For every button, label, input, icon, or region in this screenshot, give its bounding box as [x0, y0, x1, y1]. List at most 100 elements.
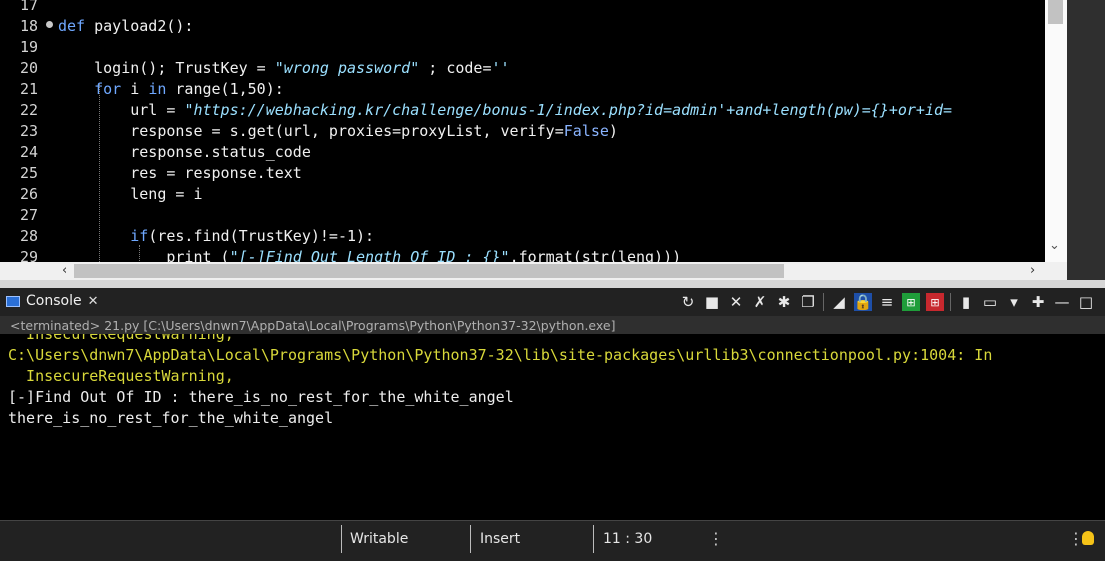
code-token: login(); TrustKey =	[58, 59, 275, 77]
line-number: 27	[20, 206, 39, 224]
toolbar-separator	[950, 293, 951, 311]
copy-icon[interactable]: ❐	[799, 293, 817, 311]
line-number-gutter: 17 18 19 20 21 22 23 24 25 26 27 28 29	[0, 0, 50, 262]
vertical-scroll-thumb[interactable]	[1048, 0, 1063, 24]
code-token: response = s.get(url, proxies=proxyList,…	[58, 122, 564, 140]
lightbulb-icon[interactable]	[1082, 531, 1094, 545]
cursor-position[interactable]: 11 : 30	[603, 531, 652, 547]
code-area[interactable]: def payload2(): login(); TrustKey = "wro…	[58, 0, 1063, 262]
line-number: 20	[20, 59, 39, 77]
code-token: url =	[58, 101, 185, 119]
status-bar: Writable Insert 11 : 30 ⋮ ⋮	[0, 520, 1105, 561]
maximize-icon[interactable]: □	[1077, 293, 1095, 311]
code-token: res = response.text	[58, 164, 302, 182]
new-console-icon[interactable]: ✚	[1029, 293, 1047, 311]
line-number: 25	[20, 164, 39, 182]
remove-launch-icon[interactable]: ✕	[727, 293, 745, 311]
console-line: there_is_no_rest_for_the_white_angel	[8, 409, 334, 427]
code-token: "wrong password"	[274, 59, 420, 77]
code-line[interactable]: print ("[-]Find Out Length Of ID : {}".f…	[58, 247, 681, 262]
console-header: Console ✕ ↻ ■ ✕ ✗ ✱ ❐ ◢ 🔒 ≡ ⊞ ⊞ ▮ ▭ ▾ ✚ …	[0, 288, 1105, 316]
indent-guide	[99, 84, 100, 262]
code-line[interactable]: def payload2():	[58, 16, 193, 37]
code-token: (res.find(TrustKey)!=-1):	[148, 227, 375, 245]
line-number: 28	[20, 227, 39, 245]
debug-icon[interactable]: ✱	[775, 293, 793, 311]
code-line[interactable]: response = s.get(url, proxies=proxyList,…	[58, 121, 618, 142]
code-token: False	[563, 122, 609, 140]
show-on-stderr-icon[interactable]: ⊞	[926, 293, 944, 311]
status-divider	[593, 525, 594, 553]
line-number: 26	[20, 185, 39, 203]
code-token: response.status_code	[58, 143, 311, 161]
code-line[interactable]: leng = i	[58, 184, 203, 205]
code-token: .format(str(leng)))	[509, 248, 682, 262]
clear-console-icon[interactable]: ◢	[830, 293, 848, 311]
status-separator-icon: ⋮	[708, 529, 724, 548]
console-monitor-icon	[6, 295, 20, 307]
indent-guide	[139, 245, 140, 262]
code-editor[interactable]: 17 18 19 20 21 22 23 24 25 26 27 28 29 def payload2(…	[0, 0, 1067, 262]
code-token: )	[608, 122, 618, 140]
tab-console[interactable]: Console ✕	[6, 288, 98, 314]
status-divider	[341, 525, 342, 553]
code-line[interactable]: if(res.find(TrustKey)!=-1):	[58, 226, 374, 247]
remove-all-icon[interactable]: ✗	[751, 293, 769, 311]
code-line[interactable]: for i in range(1,50):	[58, 79, 284, 100]
fold-marker-icon[interactable]	[46, 21, 53, 28]
code-line[interactable]: login(); TrustKey = "wrong password" ; c…	[58, 58, 510, 79]
console-toolbar: ↻ ■ ✕ ✗ ✱ ❐ ◢ 🔒 ≡ ⊞ ⊞ ▮ ▭ ▾ ✚ — □	[679, 290, 1095, 314]
scroll-lock-icon[interactable]: 🔒	[854, 293, 872, 311]
process-status-label: <terminated> 21.py [C:\Users\dnwn7\AppDa…	[10, 318, 616, 333]
code-line[interactable]: response.status_code	[58, 142, 311, 163]
minimize-icon[interactable]: —	[1053, 293, 1071, 311]
line-number: 17	[20, 0, 39, 14]
stop-icon[interactable]: ■	[703, 293, 721, 311]
word-wrap-icon[interactable]: ≡	[878, 293, 896, 311]
code-token: ; code=	[419, 59, 492, 77]
code-token: "[-]Find Out Length Of ID : {}"	[229, 248, 510, 262]
writable-status: Writable	[350, 531, 409, 547]
status-divider	[470, 525, 471, 553]
code-token: leng = i	[58, 185, 203, 203]
scroll-down-icon[interactable]: ⌄	[1049, 238, 1060, 253]
code-line[interactable]: url = "https://webhacking.kr/challenge/b…	[58, 100, 952, 121]
console-line: [-]Find Out Of ID : there_is_no_rest_for…	[8, 388, 514, 406]
console-line: C:\Users\dnwn7\AppData\Local\Programs\Py…	[8, 346, 993, 364]
line-number: 19	[20, 38, 39, 56]
console-line: InsecureRequestWarning,	[8, 367, 234, 385]
display-console-icon[interactable]: ▭	[981, 293, 999, 311]
code-token: payload2():	[94, 17, 194, 35]
scrollbar-corner	[0, 262, 58, 280]
line-number: 24	[20, 143, 39, 161]
scroll-right-icon[interactable]: ›	[1030, 263, 1035, 278]
vertical-scrollbar[interactable]: ⌄	[1045, 0, 1067, 262]
pin-console-icon[interactable]: ▮	[957, 293, 975, 311]
code-token: def	[58, 17, 95, 35]
line-number: 22	[20, 101, 39, 119]
code-token: "https://webhacking.kr/challenge/bonus-1…	[184, 101, 953, 119]
close-icon[interactable]: ✕	[88, 294, 99, 309]
scrollbar-corner	[1045, 262, 1067, 280]
code-line[interactable]: res = response.text	[58, 163, 302, 184]
line-number: 23	[20, 122, 39, 140]
line-number: 21	[20, 80, 39, 98]
refresh-icon[interactable]: ↻	[679, 293, 697, 311]
toolbar-separator	[823, 293, 824, 311]
code-token: range(1,50):	[166, 80, 284, 98]
horizontal-scroll-thumb[interactable]	[74, 264, 784, 278]
console-line: InsecureRequestWarning,	[8, 334, 234, 343]
code-token: in	[148, 80, 167, 98]
chevron-down-icon[interactable]: ▾	[1005, 293, 1023, 311]
console-tab-label: Console	[26, 293, 82, 309]
console-output[interactable]: InsecureRequestWarning, C:\Users\dnwn7\Ap…	[0, 334, 1105, 520]
code-token: print (	[58, 248, 230, 262]
line-number: 29	[20, 248, 39, 262]
code-token: i	[121, 80, 149, 98]
scroll-left-icon[interactable]: ‹	[62, 263, 67, 278]
horizontal-scrollbar[interactable]: ‹ ›	[58, 262, 1045, 280]
insert-mode-status[interactable]: Insert	[480, 531, 520, 547]
code-token: ''	[491, 59, 510, 77]
show-on-stdout-icon[interactable]: ⊞	[902, 293, 920, 311]
